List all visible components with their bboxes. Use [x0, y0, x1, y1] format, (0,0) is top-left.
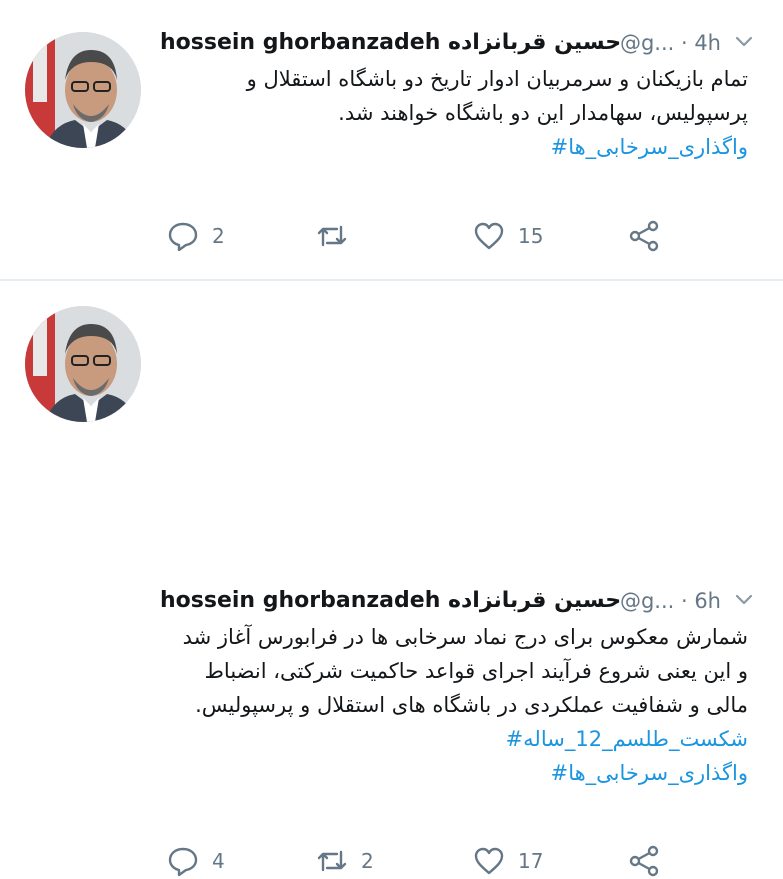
reply-icon — [168, 222, 198, 252]
display-name[interactable]: hossein ghorbanzadeh حسین قربانزاده — [160, 588, 621, 613]
retweet-button[interactable] — [315, 218, 361, 254]
tweet-text: تمام بازیکنان و سرمربیان ادوار تاریخ دو … — [160, 62, 748, 164]
tweet-text-line: پرسپولیس، سهامدار این دو باشگاه خواهند ش… — [338, 101, 748, 125]
like-count: 15 — [518, 224, 544, 248]
reply-button[interactable]: 2 — [166, 218, 225, 254]
share-icon — [629, 220, 659, 252]
reply-count: 4 — [212, 849, 225, 873]
retweet-icon — [317, 225, 347, 247]
retweet-button[interactable]: 2 — [315, 843, 374, 879]
like-button[interactable]: 17 — [472, 843, 543, 879]
share-icon — [629, 845, 659, 877]
tweet-text-line: تمام بازیکنان و سرمربیان ادوار تاریخ دو … — [246, 67, 748, 91]
like-count: 17 — [518, 849, 544, 873]
chevron-down-icon[interactable] — [733, 588, 755, 610]
tweet-divider — [0, 279, 783, 281]
share-button[interactable] — [627, 843, 661, 879]
tweet-text-line: مالی و شفافیت عملکردی در باشگاه های استق… — [195, 693, 748, 717]
share-button[interactable] — [627, 218, 661, 254]
tweet-text: شمارش معکوس برای درج نماد سرخابی ها در ف… — [160, 620, 748, 790]
reply-button[interactable]: 4 — [166, 843, 225, 879]
retweet-count: 2 — [361, 849, 374, 873]
avatar[interactable] — [25, 306, 141, 422]
tweet-text-line: و این یعنی شروع فرآیند اجرای قواعد حاکمی… — [204, 659, 749, 683]
heart-icon — [474, 222, 504, 250]
display-name[interactable]: hossein ghorbanzadeh حسین قربانزاده — [160, 30, 621, 55]
reply-count: 2 — [212, 224, 225, 248]
like-button[interactable]: 15 — [472, 218, 543, 254]
tweet-text-line: شمارش معکوس برای درج نماد سرخابی ها در ف… — [182, 625, 748, 649]
handle-and-time[interactable]: @g... · 4h — [620, 31, 721, 55]
hashtag-link[interactable]: واگذاری_سرخابی_ها# — [160, 130, 748, 164]
hashtag-link[interactable]: واگذاری_سرخابی_ها# — [160, 756, 748, 790]
handle-and-time[interactable]: @g... · 6h — [620, 589, 721, 613]
tweet-actions: 4 2 17 — [160, 843, 720, 879]
chevron-down-icon[interactable] — [733, 30, 755, 52]
hashtag-link[interactable]: شکست_طلسم_12_ساله# — [160, 722, 748, 756]
tweet-actions: 2 15 — [160, 218, 720, 254]
tweet[interactable]: hossein ghorbanzadeh حسین قربانزاده @g..… — [0, 282, 783, 877]
retweet-icon — [317, 850, 347, 872]
heart-icon — [474, 847, 504, 875]
reply-icon — [168, 847, 198, 877]
avatar[interactable] — [25, 32, 141, 148]
tweet[interactable]: hossein ghorbanzadeh حسین قربانزاده @g..… — [0, 0, 783, 280]
